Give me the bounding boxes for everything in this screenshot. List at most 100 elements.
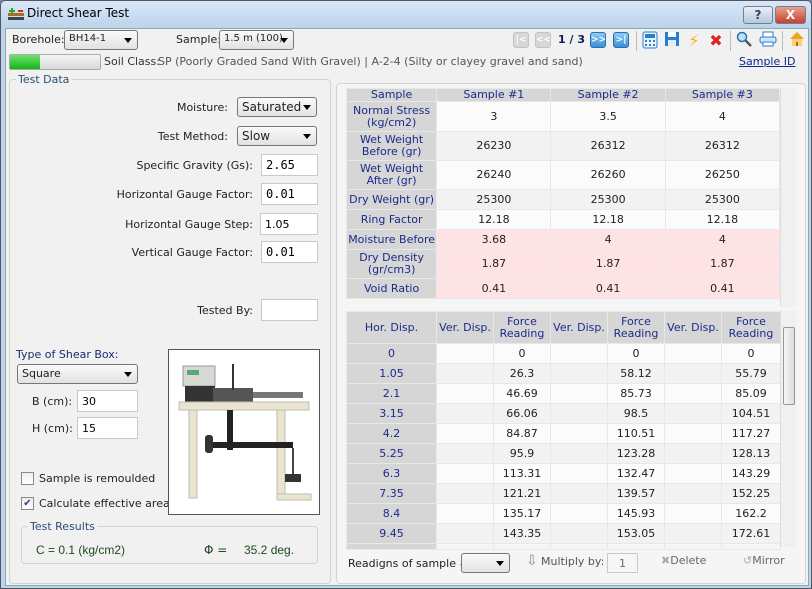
force-reading-cell[interactable]: 85.73: [607, 383, 665, 404]
force-reading-cell[interactable]: 0: [607, 343, 665, 364]
force-reading-cell[interactable]: 143.29: [721, 463, 781, 484]
ver-disp-cell[interactable]: [550, 443, 608, 464]
sample-cell[interactable]: 12.18: [550, 209, 666, 230]
ver-disp-cell[interactable]: [664, 363, 722, 384]
specific-gravity-input[interactable]: [261, 154, 318, 176]
ver-disp-cell[interactable]: [436, 403, 494, 424]
home-button[interactable]: [787, 31, 807, 51]
ver-disp-cell[interactable]: [664, 343, 722, 364]
ver-disp-cell[interactable]: [436, 383, 494, 404]
test-method-select[interactable]: Slow: [237, 126, 317, 146]
force-reading-cell[interactable]: 145.93: [607, 503, 665, 524]
sample-cell[interactable]: 26240: [436, 160, 552, 190]
force-reading-cell[interactable]: 0: [493, 343, 551, 364]
force-reading-cell[interactable]: 95.9: [493, 443, 551, 464]
first-record-button[interactable]: |<: [513, 32, 529, 48]
ver-disp-cell[interactable]: [664, 443, 722, 464]
sample-cell[interactable]: 25300: [436, 189, 552, 210]
ver-disp-cell[interactable]: [436, 523, 494, 544]
force-reading-cell[interactable]: 84.87: [493, 423, 551, 444]
sample-cell[interactable]: 12.18: [436, 209, 552, 230]
ver-disp-cell[interactable]: [436, 423, 494, 444]
print-button[interactable]: [758, 31, 778, 51]
force-reading-cell[interactable]: 153.05: [607, 523, 665, 544]
force-reading-cell[interactable]: 98.5: [607, 403, 665, 424]
borehole-select[interactable]: BH14-1: [64, 30, 138, 50]
ver-disp-cell[interactable]: [550, 363, 608, 384]
ver-disp-cell[interactable]: [664, 463, 722, 484]
help-button[interactable]: ?: [743, 6, 773, 24]
ver-disp-cell[interactable]: [550, 523, 608, 544]
sample-cell[interactable]: 4: [664, 101, 781, 132]
force-reading-cell[interactable]: 139.57: [607, 483, 665, 504]
force-reading-cell[interactable]: 132.47: [607, 463, 665, 484]
readings-table-scrollbar[interactable]: [780, 311, 796, 547]
sample-cell[interactable]: 3: [436, 101, 552, 132]
ver-disp-cell[interactable]: [550, 503, 608, 524]
shear-box-select[interactable]: Square: [17, 364, 138, 384]
h-input[interactable]: [77, 417, 138, 439]
ver-disp-cell[interactable]: [436, 463, 494, 484]
ver-disp-cell[interactable]: [664, 503, 722, 524]
sample-cell[interactable]: 26312: [664, 131, 781, 161]
effective-area-checkbox[interactable]: ✔: [21, 497, 34, 510]
ver-disp-cell[interactable]: [436, 363, 494, 384]
force-reading-cell[interactable]: 85.09: [721, 383, 781, 404]
ver-disp-cell[interactable]: [436, 503, 494, 524]
force-reading-cell[interactable]: 143.35: [493, 523, 551, 544]
multiply-by-input[interactable]: [607, 553, 638, 573]
ver-disp-cell[interactable]: [436, 343, 494, 364]
readings-sample-select[interactable]: [461, 553, 510, 573]
ver-disp-cell[interactable]: [550, 423, 608, 444]
mirror-button[interactable]: ↺Mirror: [743, 554, 785, 567]
last-record-button[interactable]: >|: [613, 32, 629, 48]
calculator-button[interactable]: [640, 31, 660, 51]
ver-disp-cell[interactable]: [550, 383, 608, 404]
previous-record-button[interactable]: <<: [535, 32, 551, 48]
force-reading-cell[interactable]: 104.51: [721, 403, 781, 424]
sample-cell[interactable]: 25300: [664, 189, 781, 210]
force-reading-cell[interactable]: 117.27: [721, 423, 781, 444]
ver-disp-cell[interactable]: [664, 403, 722, 424]
force-reading-cell[interactable]: 123.28: [607, 443, 665, 464]
ver-disp-cell[interactable]: [664, 383, 722, 404]
ver-disp-cell[interactable]: [550, 343, 608, 364]
ver-disp-cell[interactable]: [664, 523, 722, 544]
search-button[interactable]: [734, 31, 754, 51]
next-record-button[interactable]: >>: [590, 32, 606, 48]
ver-disp-cell[interactable]: [436, 443, 494, 464]
ver-disp-cell[interactable]: [664, 483, 722, 504]
force-reading-cell[interactable]: 128.13: [721, 443, 781, 464]
sample-cell[interactable]: 26250: [664, 160, 781, 190]
scrollbar-thumb[interactable]: [783, 327, 795, 405]
save-button[interactable]: [662, 31, 682, 51]
horizontal-gauge-step-input[interactable]: [260, 213, 318, 235]
ver-disp-cell[interactable]: [664, 423, 722, 444]
b-input[interactable]: [77, 390, 138, 412]
sample-id-link[interactable]: Sample ID: [739, 55, 795, 68]
ver-disp-cell[interactable]: [550, 403, 608, 424]
sample-cell[interactable]: 25300: [550, 189, 666, 210]
force-reading-cell[interactable]: 121.21: [493, 483, 551, 504]
ver-disp-cell[interactable]: [550, 483, 608, 504]
force-reading-cell[interactable]: 55.79: [721, 363, 781, 384]
delete-record-button[interactable]: ✖: [706, 31, 726, 51]
sample-cell[interactable]: 26230: [436, 131, 552, 161]
force-reading-cell[interactable]: 152.25: [721, 483, 781, 504]
sample-table-scrollbar[interactable]: [780, 88, 796, 307]
force-reading-cell[interactable]: 58.12: [607, 363, 665, 384]
moisture-select[interactable]: Saturated: [237, 97, 317, 117]
sample-cell[interactable]: 26260: [550, 160, 666, 190]
force-reading-cell[interactable]: 135.17: [493, 503, 551, 524]
sample-cell[interactable]: 3.5: [550, 101, 666, 132]
vertical-gauge-factor-input[interactable]: [261, 241, 318, 263]
remoulded-checkbox[interactable]: [21, 472, 34, 485]
force-reading-cell[interactable]: 0: [721, 343, 781, 364]
horizontal-gauge-factor-input[interactable]: [261, 183, 318, 205]
force-reading-cell[interactable]: 110.51: [607, 423, 665, 444]
force-reading-cell[interactable]: 172.61: [721, 523, 781, 544]
force-reading-cell[interactable]: 46.69: [493, 383, 551, 404]
ver-disp-cell[interactable]: [436, 483, 494, 504]
sample-select[interactable]: 1.5 m (100): [219, 30, 294, 50]
force-reading-cell[interactable]: 26.3: [493, 363, 551, 384]
